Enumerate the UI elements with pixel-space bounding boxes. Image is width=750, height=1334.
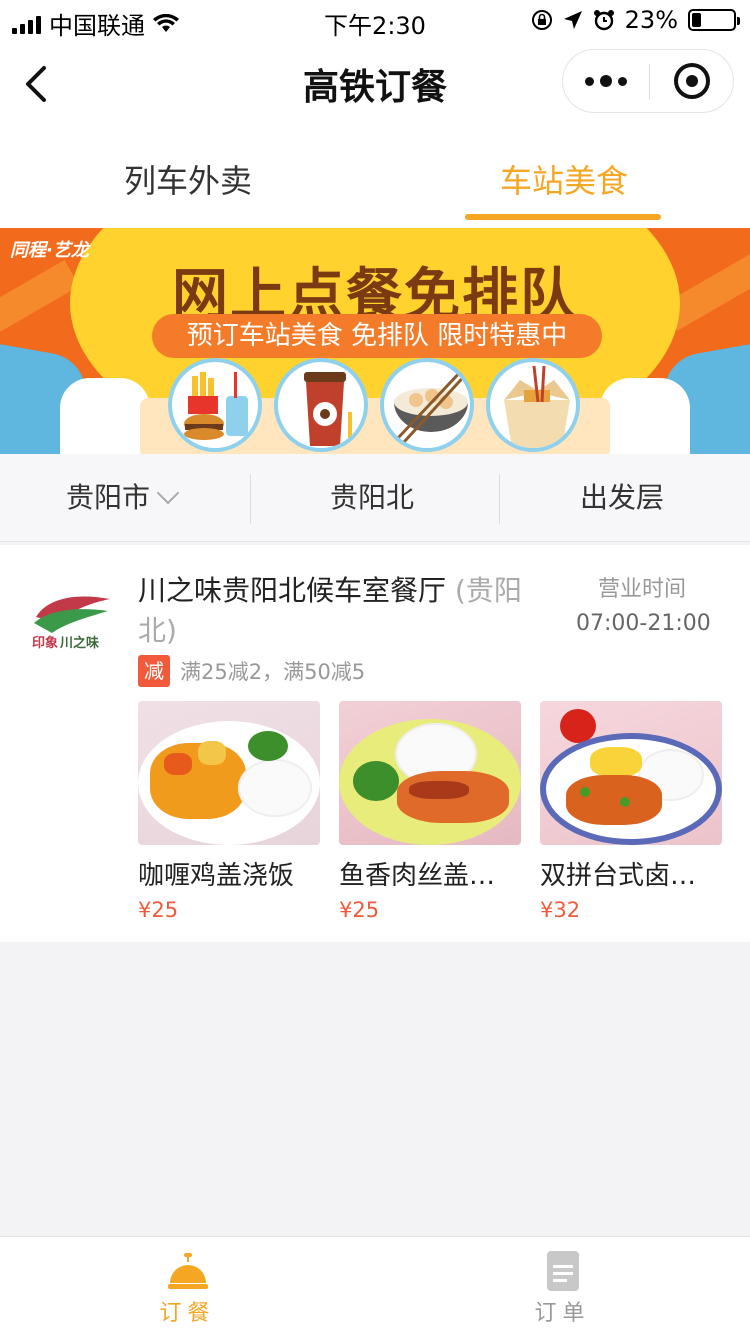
dish-price: ¥25 (138, 898, 179, 922)
battery-icon (688, 9, 740, 31)
station-filter[interactable]: 贵阳北 (330, 454, 414, 542)
dish-name: 鱼香肉丝盖… (339, 861, 496, 891)
restaurant-title: 川之味贵阳北候车室餐厅 (138, 574, 447, 607)
status-right: 23% (531, 6, 740, 34)
nav-bar: 高铁订餐 (0, 40, 750, 128)
restaurant-card[interactable]: 印象 川之味 川之味贵阳北候车室餐厅 (贵阳北) 营业时间 07:00-21:0… (0, 545, 750, 942)
seat-shape (60, 378, 150, 454)
noodle-box-icon (486, 358, 580, 452)
service-bell-icon (168, 1253, 208, 1289)
tab-train-delivery[interactable]: 列车外卖 (124, 156, 252, 202)
battery-fill (692, 13, 702, 27)
coffee-cup-icon (274, 358, 368, 452)
dish-image (540, 701, 722, 845)
bowl-chopsticks-icon (380, 358, 474, 452)
mini-program-capsule (562, 49, 734, 113)
status-bar: 中国联通 下午2:30 23% (0, 0, 750, 40)
dish-name: 咖喱鸡盖浇饭 (138, 861, 295, 891)
location-icon (563, 11, 582, 29)
top-tabs: 列车外卖 车站美食 (0, 128, 750, 228)
seat-shape (600, 378, 690, 454)
floor-filter[interactable]: 出发层 (580, 454, 664, 542)
restaurant-name: 川之味贵阳北候车室餐厅 (贵阳北) (138, 571, 558, 651)
dish-image (138, 701, 320, 845)
svg-text:印象: 印象 (32, 635, 58, 649)
order-list-icon (547, 1251, 579, 1291)
dish-image (339, 701, 521, 845)
dish-price: ¥25 (339, 898, 380, 922)
target-close-icon[interactable] (649, 50, 735, 112)
dish-price: ¥32 (540, 898, 581, 922)
battery-percent: 23% (624, 6, 678, 34)
banner-subline: 预订车站美食 免排队 限时特惠中 (152, 314, 602, 358)
alarm-icon (593, 10, 614, 31)
tab-station-food[interactable]: 车站美食 (500, 156, 628, 202)
dish-name: 双拼台式卤… (540, 861, 697, 891)
promo-text: 满25减2，满50减5 (180, 660, 366, 684)
chevron-down-icon (156, 481, 180, 505)
tab-order-food[interactable]: 订餐 (0, 1237, 375, 1334)
orientation-lock-icon (531, 10, 552, 30)
hours-label: 营业时间 (598, 577, 687, 602)
tab-label: 订餐 (159, 1301, 216, 1326)
divider (250, 474, 251, 524)
discount-badge: 减 (138, 655, 170, 687)
divider (499, 474, 500, 524)
dish-card[interactable]: 鱼香肉丝盖… ¥25 (339, 701, 521, 922)
active-tab-indicator (465, 214, 661, 220)
more-dots-icon[interactable] (563, 50, 649, 112)
tab-label: 订单 (534, 1301, 591, 1326)
promo-banner[interactable]: 同程·艺龙 网上点餐免排队 预订车站美食 免排队 限时特惠中 (0, 228, 750, 454)
bottom-tab-bar: 订餐 订单 (0, 1236, 750, 1334)
city-filter[interactable]: 贵阳市 (66, 454, 180, 542)
hours-value: 07:00-21:00 (576, 611, 711, 636)
dish-card[interactable]: 咖喱鸡盖浇饭 ¥25 (138, 701, 320, 922)
restaurant-logo: 印象 川之味 (32, 596, 110, 649)
burger-fries-icon (168, 358, 262, 452)
dish-card[interactable]: 双拼台式卤… ¥32 (540, 701, 722, 922)
filter-bar: 贵阳市 贵阳北 出发层 (0, 454, 750, 542)
promo-row: 减 满25减2，满50减5 (138, 655, 365, 687)
city-label: 贵阳市 (66, 481, 151, 514)
tab-orders[interactable]: 订单 (375, 1237, 750, 1334)
svg-text:川之味: 川之味 (59, 635, 99, 649)
